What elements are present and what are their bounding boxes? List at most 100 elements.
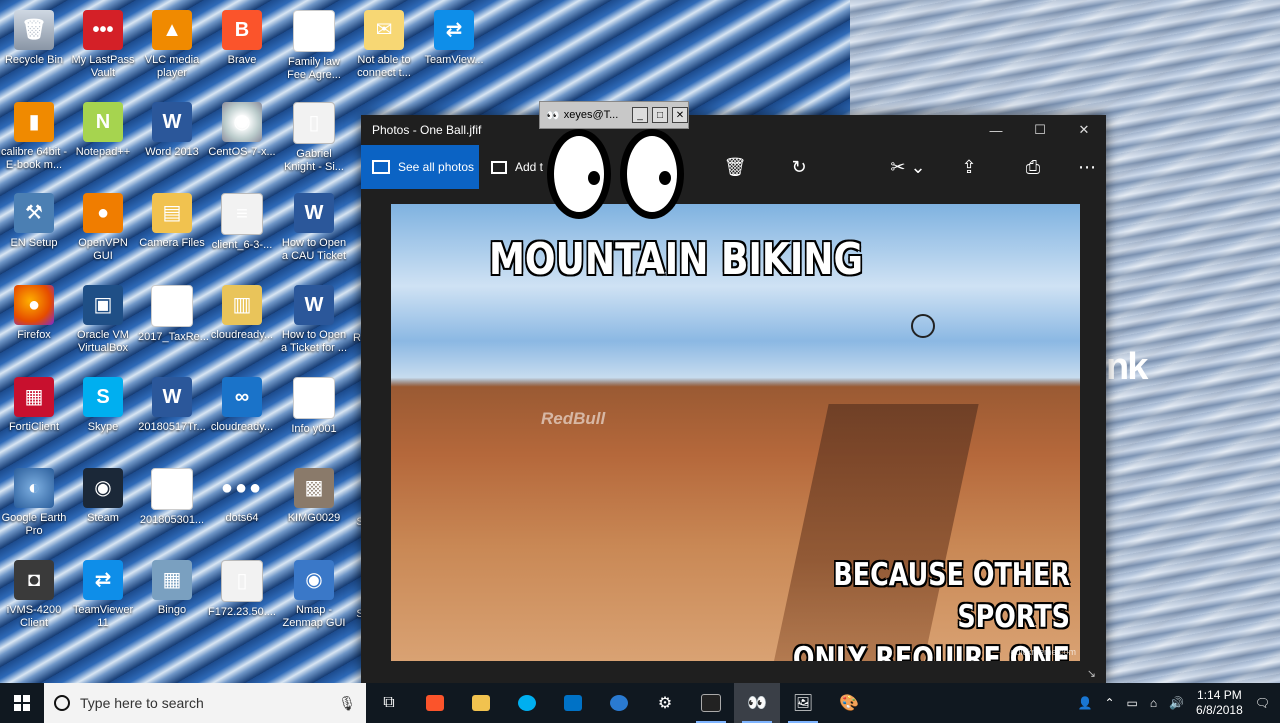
desktop-icon[interactable]: ⇄ TeamView...	[420, 10, 488, 67]
desktop-icon[interactable]: ≡ client_6-3-...	[208, 193, 276, 252]
desktop-icon[interactable]: ▦ FortiClient	[0, 377, 68, 434]
delete-icon[interactable]: 🗑	[715, 145, 755, 189]
network-app-icon: ⚙	[657, 695, 673, 712]
desktop-icon-label: My LastPass Vault	[71, 54, 135, 79]
desktop-icon[interactable]: ••• My LastPass Vault	[69, 10, 137, 80]
edit-create-icon[interactable]: ✂ ⌄	[883, 145, 933, 189]
microphone-icon[interactable]: 🎙	[338, 695, 356, 712]
taskbar-file-explorer[interactable]	[458, 683, 504, 723]
desktop-icon-glyph-icon: PDF	[293, 377, 335, 419]
volume-icon[interactable]: 🔊	[1169, 696, 1184, 710]
brave-icon	[426, 695, 444, 711]
desktop-icon[interactable]: ⇄ TeamViewer 11	[69, 560, 137, 630]
desktop-icon[interactable]: B Brave	[208, 10, 276, 67]
desktop-icon[interactable]: W 20180517Tr...	[138, 377, 206, 434]
taskbar-photos[interactable]: 🖼	[780, 683, 826, 723]
clock-time: 1:14 PM	[1197, 688, 1242, 702]
desktop-icon[interactable]: W Word 2013	[138, 102, 206, 159]
taskbar-outlook[interactable]	[550, 683, 596, 723]
photos-window[interactable]: Photos - One Ball.jfif — ☐ ✕ See all pho…	[361, 115, 1106, 683]
action-center-icon[interactable]: 🗨	[1255, 696, 1270, 710]
desktop-icon[interactable]: ✉ Not able to connect t...	[350, 10, 418, 80]
desktop-icon[interactable]: S Skype	[69, 377, 137, 434]
taskbar-search-box[interactable]: Type here to search 🎙	[44, 683, 366, 723]
desktop-icon[interactable]: ▥ cloudready...	[208, 285, 276, 342]
desktop-icon[interactable]: W How to Open a Ticket for ...	[280, 285, 348, 355]
meme-bottom-text: BECAUSE OTHER SPORTS ONLY REQUIRE ONE BA…	[650, 554, 1070, 661]
desktop-icon[interactable]: ● OpenVPN GUI	[69, 193, 137, 263]
desktop-icon-label: dots64	[225, 512, 259, 524]
add-to-button[interactable]: Add t	[479, 160, 543, 174]
desktop-icon[interactable]: ●●● dots64	[208, 468, 276, 525]
desktop-icon[interactable]: W How to Open a CAU Ticket	[280, 193, 348, 263]
minimize-button[interactable]: —	[974, 115, 1018, 145]
taskbar-brave[interactable]	[412, 683, 458, 723]
amt-icon	[610, 695, 628, 711]
more-options-icon[interactable]: ⋯	[1067, 145, 1107, 189]
rotate-icon[interactable]: ↻	[779, 145, 819, 189]
people-icon[interactable]: 👤	[1077, 696, 1092, 710]
desktop-icon-glyph-icon: PDF	[151, 468, 193, 510]
power-icon[interactable]: ▭	[1127, 696, 1138, 710]
taskbar-amt[interactable]	[596, 683, 642, 723]
desktop-icon[interactable]: ▯ Gabriel Knight - Si...	[280, 102, 348, 174]
resize-grip-icon[interactable]: ↘	[1087, 667, 1096, 680]
desktop-icon-label: TeamViewer 11	[72, 604, 134, 629]
xeyes-close-button[interactable]: ✕	[672, 107, 688, 123]
desktop-icon[interactable]: PDF Family law Fee Agre...	[280, 10, 348, 82]
skype-icon	[518, 695, 536, 711]
maximize-button[interactable]: ☐	[1018, 115, 1062, 145]
desktop-icon[interactable]: ◐ Google Earth Pro	[0, 468, 68, 538]
desktop-icon[interactable]: ◘ iVMS-4200 Client	[0, 560, 68, 630]
desktop-icon[interactable]: ▲ VLC media player	[138, 10, 206, 80]
see-all-label: See all photos	[398, 160, 475, 174]
taskbar-xeyes[interactable]: 👀	[734, 683, 780, 723]
desktop-icon[interactable]: ▦ Bingo	[138, 560, 206, 617]
photo-viewer[interactable]: RedBull MOUNTAIN BIKING BECAUSE OTHER SP…	[391, 204, 1080, 661]
desktop-icon[interactable]: PDF 201805301...	[138, 468, 206, 527]
desktop-icon-glyph-icon: ◐	[14, 468, 54, 508]
desktop-icon[interactable]: PDF Info y001	[280, 377, 348, 436]
share-icon[interactable]: ⇪	[949, 145, 989, 189]
desktop-icon[interactable]: ◎ CentOS-7-x...	[208, 102, 276, 159]
desktop-icon[interactable]: ▩ KIMG0029	[280, 468, 348, 525]
desktop-icon-label: Steam	[87, 512, 119, 524]
print-icon[interactable]: ⎙	[1013, 145, 1053, 189]
desktop-icon[interactable]: ◉ Steam	[69, 468, 137, 525]
desktop-icon-label: cloudready...	[210, 421, 274, 433]
show-hidden-icons-chevron-icon[interactable]: ⌃	[1104, 696, 1114, 710]
taskbar-skype[interactable]	[504, 683, 550, 723]
xeyes-maximize-button[interactable]: □	[652, 107, 668, 123]
desktop-icon[interactable]: ▮ calibre 64bit - E-book m...	[0, 102, 68, 172]
taskbar-network-app[interactable]: ⚙	[642, 683, 688, 723]
desktop-icon[interactable]: ∞ cloudready...	[208, 377, 276, 434]
see-all-photos-button[interactable]: See all photos	[361, 145, 479, 189]
close-button[interactable]: ✕	[1062, 115, 1106, 145]
taskbar-paint[interactable]: 🎨	[826, 683, 872, 723]
start-button[interactable]	[0, 683, 44, 723]
desktop-icon-glyph-icon: ▦	[14, 377, 54, 417]
desktop-icon[interactable]: ▯ F172.23.50....	[208, 560, 276, 619]
desktop-icon[interactable]: 🗑 Recycle Bin	[0, 10, 68, 67]
desktop-icon[interactable]: N Notepad++	[69, 102, 137, 159]
desktop-icon-label: VLC media player	[144, 54, 200, 79]
desktop-icon[interactable]: ● Firefox	[0, 285, 68, 342]
desktop-icon-label: Bingo	[157, 604, 187, 616]
task-view-button[interactable]: ⧉	[366, 683, 412, 723]
add-to-icon	[491, 160, 507, 174]
desktop-icon-glyph-icon: ▦	[152, 560, 192, 600]
desktop-icon[interactable]: ▣ Oracle VM VirtualBox	[69, 285, 137, 355]
desktop-icon[interactable]: ▤ Camera Files	[138, 193, 206, 250]
desktop-icon[interactable]: PDF 2017_TaxRe...	[138, 285, 209, 344]
photos-titlebar[interactable]: Photos - One Ball.jfif — ☐ ✕	[361, 115, 1106, 145]
desktop-icon[interactable]: ◉ Nmap - Zenmap GUI	[280, 560, 348, 630]
network-icon[interactable]: ⌂	[1150, 696, 1157, 710]
desktop-icon[interactable]: ⚒ EN Setup	[0, 193, 68, 250]
xeyes-minimize-button[interactable]: _	[632, 107, 648, 123]
desktop-icon-glyph-icon: ●●●	[220, 476, 264, 499]
taskbar-terminal[interactable]	[688, 683, 734, 723]
desktop-icon-glyph-icon: W	[294, 193, 334, 233]
xeyes-titlebar[interactable]: 👀 xeyes@T... _ □ ✕	[539, 101, 689, 129]
desktop-icon-glyph-icon: ⇄	[434, 10, 474, 50]
clock[interactable]: 1:14 PM 6/8/2018	[1196, 688, 1243, 718]
